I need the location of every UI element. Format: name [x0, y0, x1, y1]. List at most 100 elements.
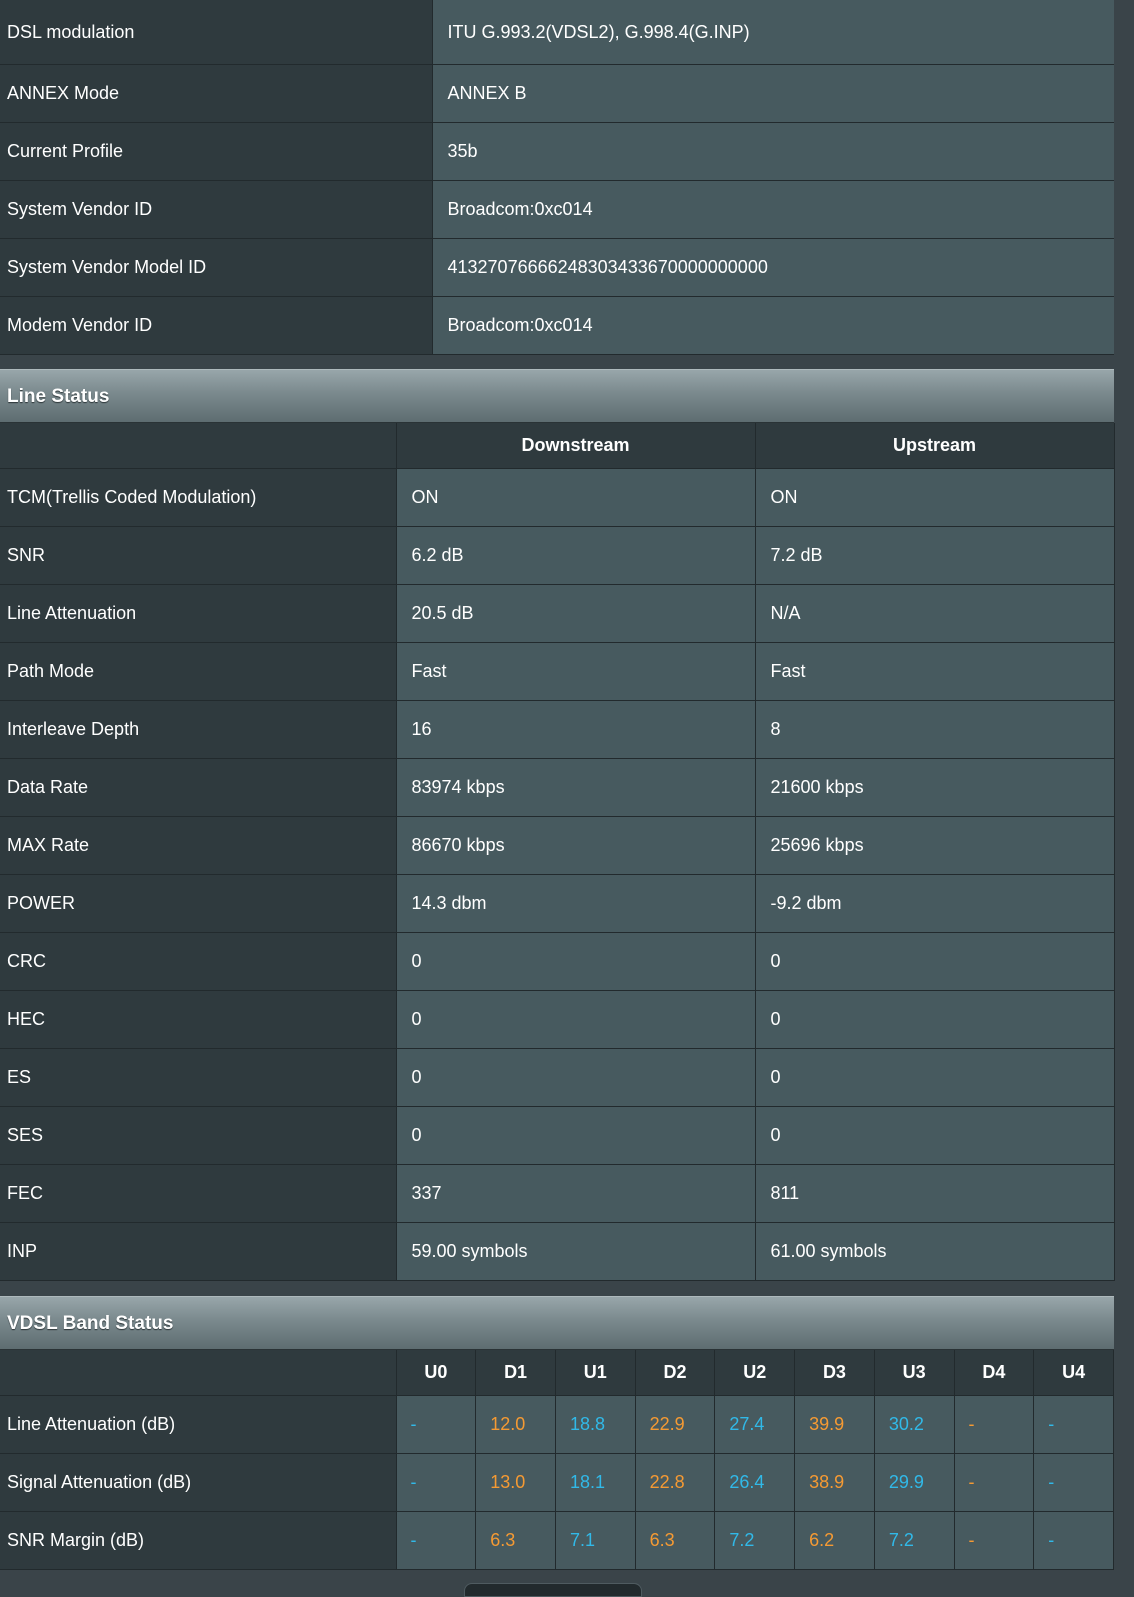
vdsl-band-status-title: VDSL Band Status — [0, 1296, 1114, 1350]
band-value-d1: 13.0 — [475, 1453, 556, 1512]
table-row: Current Profile 35b — [0, 122, 1114, 181]
band-value-u3: 7.2 — [874, 1511, 955, 1570]
row-label: Signal Attenuation (dB) — [0, 1453, 397, 1512]
band-header-d2: D2 — [634, 1350, 716, 1396]
upstream-value: -9.2 dbm — [755, 874, 1115, 933]
band-header-u0: U0 — [395, 1350, 477, 1396]
vdsl-band-table: U0 D1 U1 D2 U2 D3 U3 D4 U4 Line Attenuation (dB)… — [0, 1350, 1114, 1570]
table-row: DSL modulation ITU G.993.2(VDSL2), G.998… — [0, 0, 1114, 65]
band-header-u2: U2 — [714, 1350, 796, 1396]
row-label: FEC — [0, 1164, 397, 1223]
row-value: 35b — [432, 122, 1114, 181]
band-value-u1: 18.8 — [555, 1395, 636, 1454]
band-value-d3: 38.9 — [794, 1453, 875, 1512]
upstream-value: 0 — [755, 990, 1115, 1049]
band-value-d4: - — [954, 1395, 1035, 1454]
band-header-u1: U1 — [554, 1350, 636, 1396]
header-blank — [0, 423, 397, 469]
downstream-value: 0 — [396, 1048, 756, 1107]
band-value-u2: 26.4 — [714, 1453, 796, 1512]
row-label: Line Attenuation (dB) — [0, 1395, 397, 1454]
row-label: SNR Margin (dB) — [0, 1511, 397, 1570]
row-label: Path Mode — [0, 642, 397, 701]
row-value: 41327076666248303433670000000000 — [432, 238, 1114, 297]
row-label: ES — [0, 1048, 397, 1107]
downstream-value: 16 — [396, 700, 756, 759]
row-label: INP — [0, 1222, 397, 1281]
downstream-value: ON — [396, 468, 756, 527]
dsl-info-table: DSL modulation ITU G.993.2(VDSL2), G.998… — [0, 0, 1114, 355]
table-row: TCM(Trellis Coded Modulation) ON ON — [0, 468, 1115, 527]
table-row: ANNEX Mode ANNEX B — [0, 64, 1114, 123]
band-value-d2: 22.8 — [635, 1453, 716, 1512]
row-value: ANNEX B — [432, 64, 1114, 123]
table-row: System Vendor Model ID 41327076666248303… — [0, 238, 1114, 297]
header-downstream: Downstream — [395, 423, 756, 469]
row-label: CRC — [0, 932, 397, 991]
row-label: ANNEX Mode — [0, 64, 433, 123]
band-header-u3: U3 — [873, 1350, 955, 1396]
downstream-value: 0 — [396, 932, 756, 991]
table-row: SNR Margin (dB) -6.3 7.1 6.3 7.2 6.2 7.2- - — [0, 1511, 1114, 1570]
downstream-value: 0 — [396, 990, 756, 1049]
upstream-value: 0 — [755, 932, 1115, 991]
row-label: Data Rate — [0, 758, 397, 817]
band-header-d1: D1 — [475, 1350, 556, 1396]
row-label: HEC — [0, 990, 397, 1049]
row-label: SES — [0, 1106, 397, 1165]
upstream-value: 25696 kbps — [755, 816, 1115, 875]
band-value-d2: 22.9 — [635, 1395, 716, 1454]
band-value-d4: - — [954, 1453, 1035, 1512]
upstream-value: 811 — [755, 1164, 1115, 1223]
line-status-title: Line Status — [0, 369, 1114, 423]
upstream-value: 8 — [755, 700, 1115, 759]
band-value-u3: 30.2 — [874, 1395, 955, 1454]
table-row: Modem Vendor ID Broadcom:0xc014 — [0, 296, 1114, 355]
row-label: TCM(Trellis Coded Modulation) — [0, 468, 397, 527]
table-header-row: U0 D1 U1 D2 U2 D3 U3 D4 U4 — [0, 1350, 1114, 1396]
table-row: Interleave Depth 16 8 — [0, 700, 1115, 759]
band-value-u1: 7.1 — [555, 1511, 636, 1570]
row-label: Line Attenuation — [0, 584, 397, 643]
row-label: DSL modulation — [0, 0, 433, 65]
downstream-value: 86670 kbps — [396, 816, 756, 875]
downstream-value: 83974 kbps — [396, 758, 756, 817]
upstream-value: 0 — [755, 1106, 1115, 1165]
table-row: CRC 0 0 — [0, 932, 1115, 991]
line-status-table: Downstream Upstream TCM(Trellis Coded Mo… — [0, 423, 1115, 1281]
downstream-value: Fast — [396, 642, 756, 701]
table-row: MAX Rate 86670 kbps 25696 kbps — [0, 816, 1115, 875]
row-label: SNR — [0, 526, 397, 585]
row-label: Current Profile — [0, 122, 433, 181]
band-header-d3: D3 — [794, 1350, 875, 1396]
band-value-u1: 18.1 — [555, 1453, 636, 1512]
row-label: Interleave Depth — [0, 700, 397, 759]
table-row: Data Rate 83974 kbps 21600 kbps — [0, 758, 1115, 817]
row-label: POWER — [0, 874, 397, 933]
band-header-d4: D4 — [953, 1350, 1035, 1396]
band-value-d2: 6.3 — [635, 1511, 716, 1570]
table-row: POWER 14.3 dbm -9.2 dbm — [0, 874, 1115, 933]
row-label: System Vendor ID — [0, 180, 433, 239]
row-label: MAX Rate — [0, 816, 397, 875]
upstream-value: ON — [755, 468, 1115, 527]
band-value-u2: 7.2 — [714, 1511, 796, 1570]
table-row: FEC 337 811 — [0, 1164, 1115, 1223]
row-label: System Vendor Model ID — [0, 238, 433, 297]
band-value-d3: 6.2 — [794, 1511, 875, 1570]
band-value-d1: 6.3 — [475, 1511, 556, 1570]
downstream-value: 14.3 dbm — [396, 874, 756, 933]
scroll-tab[interactable] — [464, 1583, 642, 1597]
downstream-value: 337 — [396, 1164, 756, 1223]
upstream-value: 61.00 symbols — [755, 1222, 1115, 1281]
table-row: SNR 6.2 dB 7.2 dB — [0, 526, 1115, 585]
band-value-u0: - — [396, 1453, 477, 1512]
upstream-value: 7.2 dB — [755, 526, 1115, 585]
table-row: ES 0 0 — [0, 1048, 1115, 1107]
table-row: HEC 0 0 — [0, 990, 1115, 1049]
band-header-u4: U4 — [1033, 1350, 1114, 1396]
upstream-value: N/A — [755, 584, 1115, 643]
header-upstream: Upstream — [754, 423, 1115, 469]
row-value: Broadcom:0xc014 — [432, 296, 1114, 355]
header-blank — [0, 1350, 397, 1396]
